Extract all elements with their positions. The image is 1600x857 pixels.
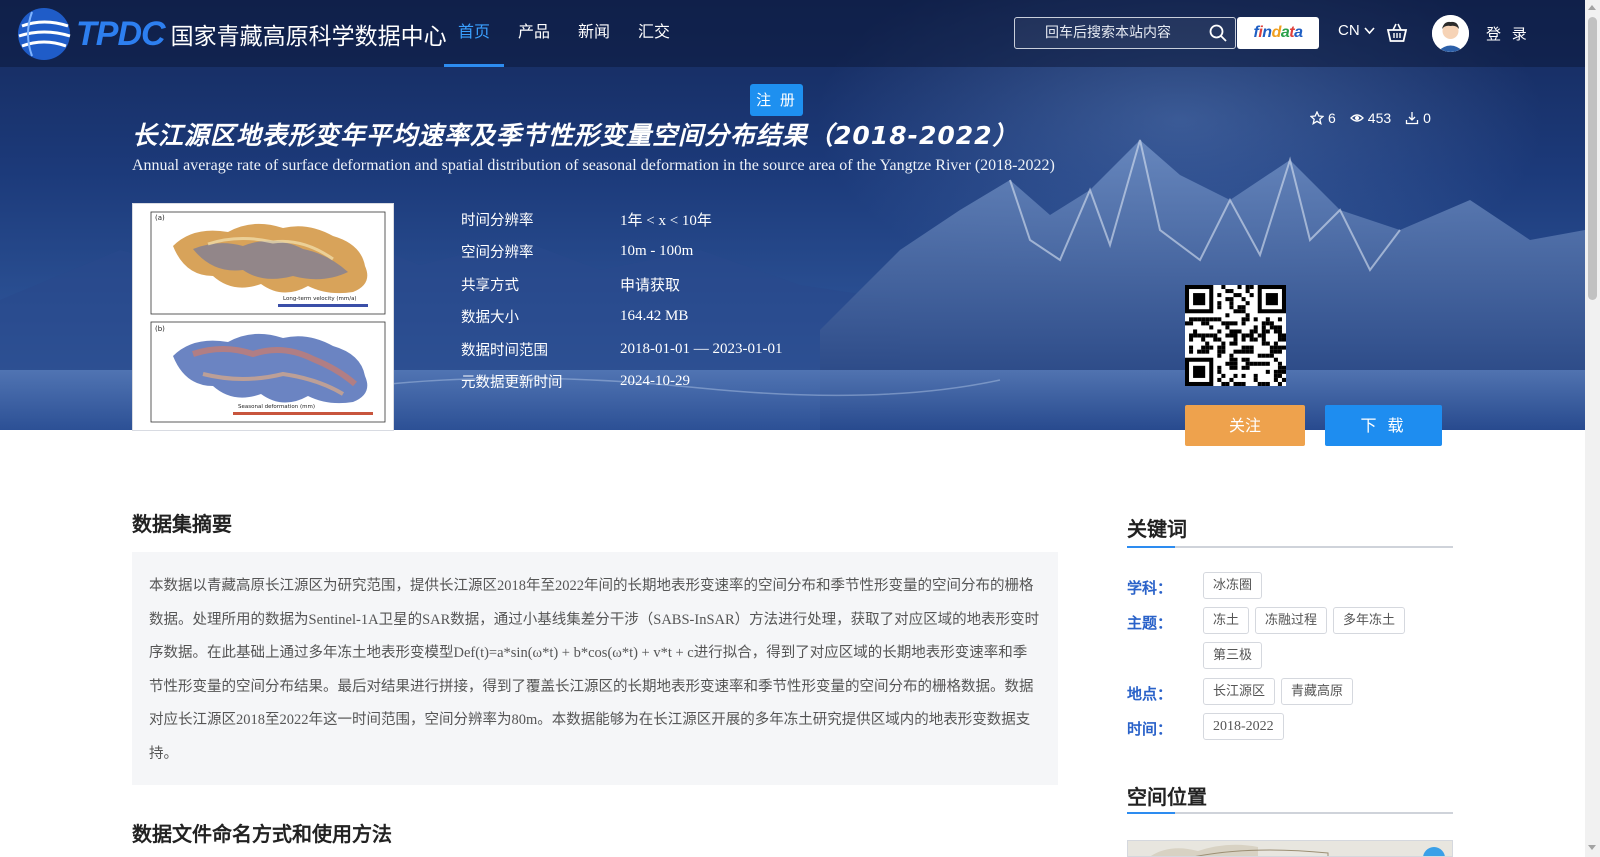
search-icon[interactable] (1209, 24, 1227, 42)
nav-home[interactable]: 首页 (444, 0, 505, 67)
meta-key: 空间分辨率 (461, 245, 534, 262)
spatial-map[interactable] (1127, 840, 1453, 857)
dataset-title-cn: 长江源区地表形变年平均速率及季节性形变量空间分布结果（2018-2022） (132, 121, 1019, 150)
map-preview (1151, 844, 1445, 856)
basket-icon[interactable] (1386, 22, 1408, 44)
meta-value: 164.42 MB (620, 308, 689, 325)
keywords-divider (1127, 546, 1453, 548)
meta-row: 数据时间范围 2018-01-01 — 2023-01-01 (461, 333, 782, 366)
download-icon (1406, 112, 1419, 125)
findata-letter: d (1271, 24, 1282, 41)
findata-letter: a (1294, 24, 1303, 41)
main-nav: 首页 产品 新闻 汇交 (444, 0, 684, 67)
meta-value: 2024-10-29 (620, 373, 690, 390)
keyword-group-time: 时间： 2018-2022 (1127, 713, 1453, 748)
star-icon (1310, 111, 1324, 125)
logo-wordmark: TPDC (76, 14, 166, 53)
dataset-meta: 时间分辨率 1年 < x < 10年 空间分辨率 10m - 100m 共享方式 申请… (461, 203, 782, 398)
keyword-label: 学科： (1127, 579, 1173, 597)
keyword-group-theme: 主题： 冻土 冻融过程 多年冻土 第三极 (1127, 607, 1453, 677)
scroll-up-arrow[interactable] (1588, 5, 1596, 10)
eye-icon (1349, 114, 1364, 122)
dataset-title-en: Annual average rate of surface deformati… (132, 157, 1055, 174)
qr-code-icon (1185, 285, 1286, 386)
dataset-thumbnail[interactable]: (a) Long-term velocity (mm/a) (b) Season… (132, 203, 394, 431)
user-avatar-icon (1432, 15, 1469, 52)
login-link[interactable]: 登 录 (1486, 23, 1530, 44)
language-selector[interactable]: CN (1338, 22, 1375, 39)
dataset-stats: 6 453 0 (1310, 110, 1445, 126)
meta-row: 共享方式 申请获取 (461, 268, 782, 301)
meta-row: 空间分辨率 10m - 100m (461, 236, 782, 269)
keywords-title: 关键词 (1127, 517, 1187, 541)
register-button[interactable]: 注 册 (750, 84, 803, 116)
keyword-tag[interactable]: 青藏高原 (1281, 678, 1354, 705)
meta-row: 元数据更新时间 2024-10-29 (461, 366, 782, 399)
search-input[interactable] (1015, 18, 1195, 48)
keyword-tag[interactable]: 冻融过程 (1255, 607, 1328, 634)
views-count: 453 (1367, 110, 1392, 126)
legend-a-text: Long-term velocity (mm/a) (283, 296, 357, 302)
keyword-group-subject: 学科： 冰冻圈 (1127, 572, 1453, 607)
chevron-down-icon (1364, 27, 1375, 35)
meta-value: 10m - 100m (620, 243, 694, 260)
meta-row: 数据大小 164.42 MB (461, 301, 782, 334)
meta-value: 1年 < x < 10年 (620, 212, 712, 229)
nav-news[interactable]: 新闻 (564, 0, 624, 67)
language-code: CN (1338, 22, 1360, 39)
downloads-stat: 0 (1405, 110, 1431, 126)
keyword-group-place: 地点： 长江源区 青藏高原 (1127, 678, 1453, 713)
site-name: 国家青藏高原科学数据中心 (170, 24, 447, 50)
meta-key: 时间分辨率 (461, 212, 534, 229)
meta-key: 数据时间范围 (461, 342, 548, 359)
keyword-tag[interactable]: 2018-2022 (1203, 713, 1284, 740)
meta-key: 元数据更新时间 (461, 375, 563, 392)
meta-value: 申请获取 (620, 277, 681, 294)
panel-a-label: (a) (155, 214, 165, 222)
meta-key: 数据大小 (461, 310, 519, 327)
scrollbar-thumb[interactable] (1588, 17, 1597, 300)
scroll-down-arrow[interactable] (1588, 845, 1596, 850)
page-scrollbar[interactable] (1585, 0, 1600, 857)
keyword-label: 地点： (1127, 685, 1173, 703)
abstract-text: 本数据以青藏高原长江源区为研究范围，提供长江源区2018年至2022年间的长期地… (132, 552, 1058, 785)
site-logo[interactable]: TPDC 国家青藏高原科学数据中心 (14, 4, 447, 64)
legend-b-text: Seasonal deformation (mm) (238, 404, 315, 410)
keyword-tag[interactable]: 多年冻土 (1333, 607, 1406, 634)
qr-code (1185, 285, 1286, 386)
findata-letter: a (1280, 24, 1290, 41)
downloads-count: 0 (1423, 110, 1431, 126)
file-naming-title: 数据文件命名方式和使用方法 (132, 822, 392, 846)
site-search (1014, 17, 1236, 49)
meta-value: 2018-01-01 — 2023-01-01 (620, 340, 783, 357)
keyword-tag[interactable]: 冰冻圈 (1203, 572, 1263, 599)
views-stat: 453 (1349, 110, 1392, 126)
nav-submit[interactable]: 汇交 (624, 0, 684, 67)
keyword-tag[interactable]: 第三极 (1203, 642, 1263, 669)
nav-products[interactable]: 产品 (504, 0, 564, 67)
stars-stat: 6 (1310, 110, 1336, 126)
spatial-divider (1127, 812, 1453, 814)
spatial-title: 空间位置 (1127, 785, 1207, 809)
keyword-label: 时间： (1127, 720, 1173, 738)
download-button[interactable]: 下 载 (1325, 405, 1442, 446)
follow-button[interactable]: 关注 (1185, 405, 1305, 446)
panel-b-label: (b) (155, 325, 165, 333)
deformation-map-image: (a) Long-term velocity (mm/a) (b) Season… (133, 204, 393, 430)
stars-count: 6 (1328, 110, 1336, 126)
findata-button[interactable]: findata (1237, 17, 1319, 49)
avatar[interactable] (1432, 15, 1469, 52)
globe-logo-icon (18, 8, 71, 60)
meta-key: 共享方式 (461, 277, 519, 294)
keyword-tag[interactable]: 冻土 (1203, 607, 1250, 634)
meta-row: 时间分辨率 1年 < x < 10年 (461, 203, 782, 236)
keyword-tag[interactable]: 长江源区 (1203, 678, 1276, 705)
abstract-title: 数据集摘要 (132, 512, 232, 536)
keyword-label: 主题： (1127, 614, 1173, 632)
findata-letter: n (1262, 24, 1272, 41)
